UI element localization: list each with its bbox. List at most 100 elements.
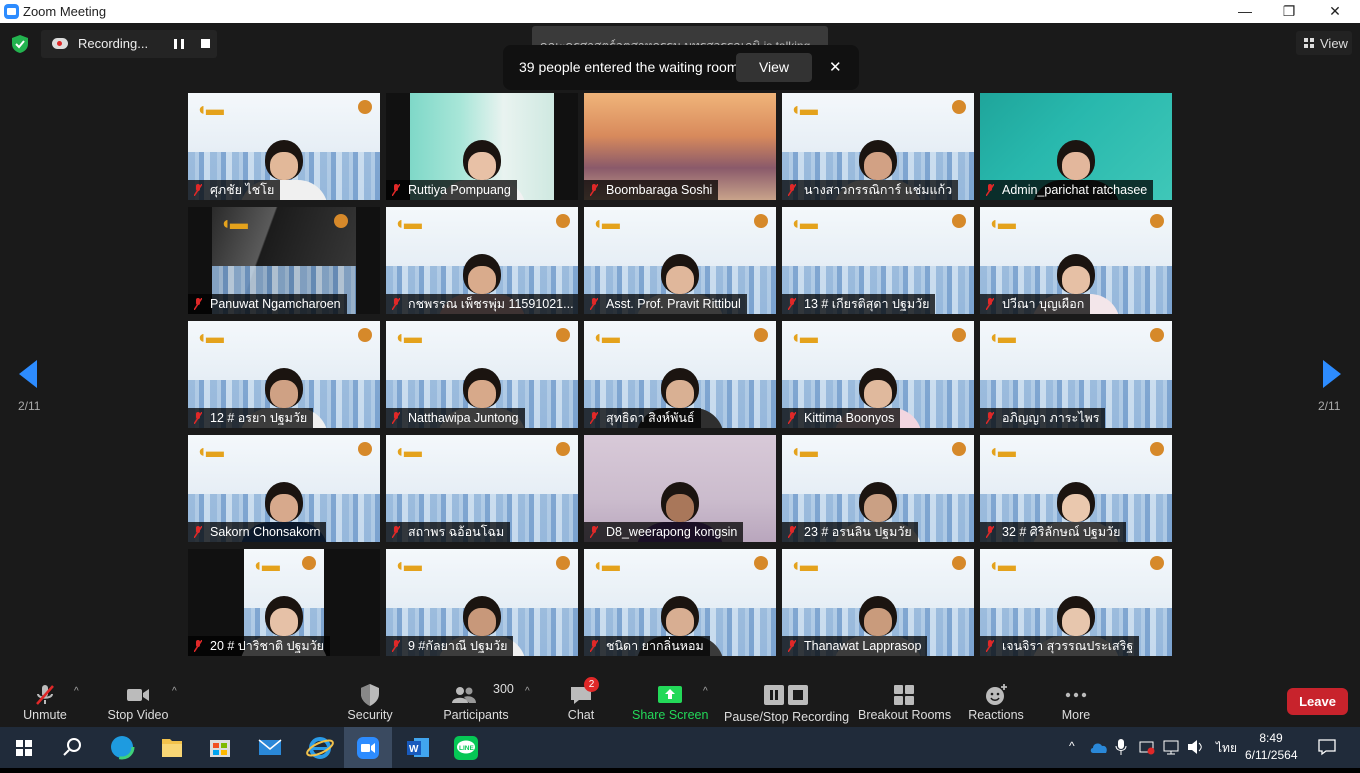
- participant-tile[interactable]: ◖▬ 23 # อรนลิน ปฐมวัย: [782, 435, 974, 542]
- participant-tile[interactable]: ◖▬ Kittima Boonyos: [782, 321, 974, 428]
- participant-tile[interactable]: ◖▬ 20 # ปาริชาติ ปฐมวัย: [188, 549, 380, 656]
- breakout-rooms-button[interactable]: Breakout Rooms: [858, 677, 951, 727]
- volume-speaker-icon[interactable]: [1187, 739, 1205, 755]
- taskbar-mail[interactable]: [246, 727, 294, 768]
- participant-tile[interactable]: ◖▬ Asst. Prof. Pravit Rittibul: [584, 207, 776, 314]
- participant-tile[interactable]: ◖▬ Natthawipa Juntong: [386, 321, 578, 428]
- waiting-room-view-button[interactable]: View: [736, 53, 812, 82]
- close-notification-icon[interactable]: ✕: [829, 58, 842, 76]
- taskbar-edge[interactable]: [98, 727, 146, 768]
- taskbar-line[interactable]: LINE: [442, 727, 490, 768]
- participant-tile[interactable]: ◖▬ สถาพร ฉอ้อนโฉม: [386, 435, 578, 542]
- participant-tile[interactable]: D8_weerapong kongsin: [584, 435, 776, 542]
- notifications-icon[interactable]: [1318, 738, 1336, 756]
- more-button[interactable]: More: [1052, 677, 1100, 727]
- muted-microphone-icon: [590, 640, 598, 652]
- onedrive-cloud-icon[interactable]: [1090, 741, 1108, 753]
- pause-stop-icon: [764, 685, 808, 705]
- taskbar-search-button[interactable]: [48, 727, 96, 768]
- security-label: Security: [347, 708, 393, 722]
- muted-microphone-icon: [194, 298, 202, 310]
- participant-tile[interactable]: ◖▬ 13 # เกียรติสุดา ปฐมวัย: [782, 207, 974, 314]
- leave-meeting-button[interactable]: Leave: [1287, 688, 1348, 715]
- battery-warning-icon[interactable]: [1139, 739, 1155, 755]
- microphone-tray-icon[interactable]: [1115, 739, 1127, 755]
- muted-microphone-icon: [788, 184, 796, 196]
- muted-microphone-icon: [194, 184, 202, 196]
- participant-tile[interactable]: ◖▬ Sakorn Chonsakorn: [188, 435, 380, 542]
- input-language-indicator[interactable]: ไทย: [1216, 739, 1237, 758]
- participant-tile[interactable]: ◖▬ เจนจิรา สุวรรณประเสริฐ: [980, 549, 1172, 656]
- university-seal-icon: [556, 328, 570, 342]
- audio-options-caret-icon[interactable]: ^: [74, 686, 79, 697]
- participant-name-label: 23 # อรนลิน ปฐมวัย: [782, 522, 918, 542]
- video-options-caret-icon[interactable]: ^: [172, 686, 177, 697]
- share-screen-button[interactable]: Share Screen: [632, 677, 708, 727]
- participant-tile[interactable]: ◖▬ ปวีณา บุญเผือก: [980, 207, 1172, 314]
- participant-tile[interactable]: ◖▬ สุทธิดา สิงห์พันธ์: [584, 321, 776, 428]
- windows-taskbar: W LINE ^ ไทย 8:49 6/11/2564: [0, 727, 1360, 768]
- stop-recording-icon[interactable]: [201, 39, 210, 48]
- participant-tile[interactable]: ◖▬ ศุภชัย ไชโย: [188, 93, 380, 200]
- taskbar-word[interactable]: W: [394, 727, 442, 768]
- start-button[interactable]: [0, 727, 48, 768]
- participant-tile[interactable]: Boombaraga Soshi: [584, 93, 776, 200]
- participant-tile[interactable]: ◖▬ กชพรรณ เพ็ชรพุ่ม 11591021...: [386, 207, 578, 314]
- network-icon[interactable]: [1163, 739, 1179, 755]
- muted-microphone-icon: [392, 640, 400, 652]
- participant-tile[interactable]: ◖▬ 9 #กัลยาณี ปฐมวัย: [386, 549, 578, 656]
- taskbar-store[interactable]: [196, 727, 244, 768]
- participant-tile[interactable]: Ruttiya Pompuang: [386, 93, 578, 200]
- clock-date: 6/11/2564: [1245, 748, 1298, 762]
- taskbar-file-explorer[interactable]: [148, 727, 196, 768]
- participant-name-label: Sakorn Chonsakorn: [188, 522, 327, 542]
- participant-name: สุทธิดา สิงห์พันธ์: [606, 411, 695, 425]
- participant-tile[interactable]: Admin_parichat ratchasee: [980, 93, 1172, 200]
- participant-tile[interactable]: ◖▬ นางสาวกรรณิการ์ แช่มแก้ว: [782, 93, 974, 200]
- participant-tile[interactable]: ◖▬ 32 # ศิริลักษณ์ ปฐมวัย: [980, 435, 1172, 542]
- pause-stop-recording-button[interactable]: Pause/Stop Recording: [724, 677, 849, 727]
- maximize-button[interactable]: ❐: [1266, 0, 1312, 23]
- muted-microphone-icon: [590, 526, 598, 538]
- participant-name-label: 12 # อรยา ปฐมวัย: [188, 408, 314, 428]
- eplc-logo-icon: ◖▬: [988, 213, 1016, 233]
- line-chat-icon: LINE: [454, 736, 478, 760]
- view-layout-button[interactable]: View: [1296, 31, 1352, 55]
- chat-button[interactable]: 2 Chat: [560, 677, 602, 727]
- zoom-logo-icon: [4, 4, 19, 19]
- next-page-arrow-icon[interactable]: [1323, 360, 1341, 388]
- participant-name: Boombaraga Soshi: [606, 183, 713, 197]
- muted-microphone-icon: [986, 526, 994, 538]
- participant-tile[interactable]: ◖▬ Thanawat Lapprasop: [782, 549, 974, 656]
- participants-button[interactable]: 300 Participants: [440, 677, 514, 727]
- close-window-button[interactable]: ✕: [1312, 0, 1358, 23]
- taskbar-internet-explorer[interactable]: [296, 727, 344, 768]
- participant-name-label: Admin_parichat ratchasee: [980, 180, 1154, 200]
- unmute-button[interactable]: Unmute: [14, 677, 76, 727]
- participant-tile[interactable]: ◖▬ ชนิดา ยากลิ่นหอม: [584, 549, 776, 656]
- minimize-button[interactable]: —: [1222, 0, 1268, 23]
- pause-recording-icon[interactable]: [174, 39, 184, 49]
- participant-tile[interactable]: ◖▬ อภิญญา ภาระไพร: [980, 321, 1172, 428]
- participant-tile[interactable]: ◖▬ 12 # อรยา ปฐมวัย: [188, 321, 380, 428]
- taskbar-clock[interactable]: 8:49 6/11/2564: [1245, 731, 1298, 762]
- taskbar-zoom[interactable]: [344, 727, 392, 768]
- university-seal-icon: [1150, 214, 1164, 228]
- share-options-caret-icon[interactable]: ^: [703, 686, 708, 697]
- university-seal-icon: [556, 442, 570, 456]
- show-hidden-icons-chevron-icon[interactable]: ^: [1069, 739, 1075, 753]
- participant-name: 9 #กัลยาณี ปฐมวัย: [408, 639, 508, 653]
- participant-tile[interactable]: ◖▬ Panuwat Ngamcharoen: [188, 207, 380, 314]
- previous-page-arrow-icon[interactable]: [19, 360, 37, 388]
- university-seal-icon: [754, 556, 768, 570]
- meeting-stage: Recording... คณะครุศาสตร์อุตสาหกรรม มทรส…: [0, 23, 1360, 677]
- encryption-shield-icon[interactable]: [12, 35, 28, 53]
- stop-video-button[interactable]: Stop Video: [102, 677, 174, 727]
- participant-name-label: นางสาวกรรณิการ์ แช่มแก้ว: [782, 180, 959, 200]
- reactions-button[interactable]: Reactions: [966, 677, 1026, 727]
- university-seal-icon: [334, 214, 348, 228]
- meeting-toolbar: Unmute ^ Stop Video ^ Security 300 Parti…: [0, 677, 1360, 727]
- eplc-logo-icon: ◖▬: [790, 441, 818, 461]
- participants-options-caret-icon[interactable]: ^: [525, 686, 530, 697]
- security-button[interactable]: Security: [340, 677, 400, 727]
